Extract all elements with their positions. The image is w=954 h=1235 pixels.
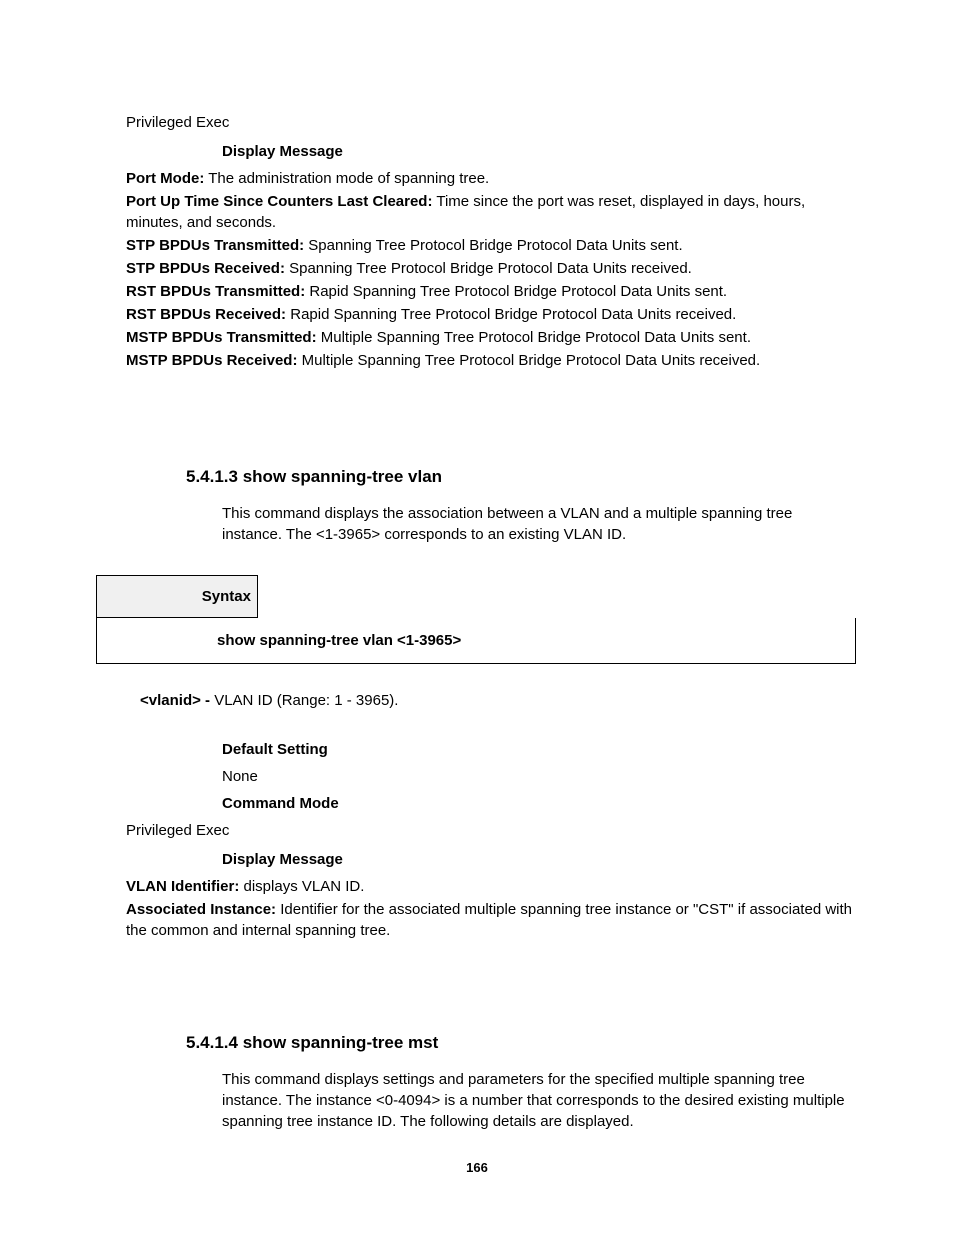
- syntax-label: Syntax: [96, 575, 258, 618]
- def-term: MSTP BPDUs Transmitted:: [126, 329, 317, 346]
- def-desc: Multiple Spanning Tree Protocol Bridge P…: [297, 352, 760, 369]
- spacer: [126, 373, 858, 465]
- def-term: RST BPDUs Received:: [126, 306, 286, 323]
- section-desc-vlan: This command displays the association be…: [222, 503, 848, 545]
- syntax-header-row: Syntax: [96, 575, 856, 618]
- def-line: Port Up Time Since Counters Last Cleared…: [126, 191, 858, 233]
- page-number: 166: [0, 1159, 954, 1177]
- def-desc: Rapid Spanning Tree Protocol Bridge Prot…: [286, 306, 736, 323]
- def-term: MSTP BPDUs Received:: [126, 352, 297, 369]
- privileged-exec-text: Privileged Exec: [126, 112, 858, 133]
- def-line: VLAN Identifier: displays VLAN ID.: [126, 876, 858, 897]
- command-mode-heading: Command Mode: [222, 793, 858, 814]
- def-line: STP BPDUs Transmitted: Spanning Tree Pro…: [126, 235, 858, 256]
- section-number: 5.4.1.4: [186, 1033, 243, 1052]
- default-setting-heading: Default Setting: [222, 739, 858, 760]
- def-term: Associated Instance:: [126, 901, 276, 918]
- param-desc: VLAN ID (Range: 1 - 3965).: [214, 692, 398, 709]
- display-message-heading-2: Display Message: [222, 849, 858, 870]
- definition-list-top: Port Mode: The administration mode of sp…: [126, 168, 858, 371]
- spacer: [126, 943, 858, 1031]
- display-message-heading: Display Message: [222, 141, 858, 162]
- def-desc: Multiple Spanning Tree Protocol Bridge P…: [317, 329, 751, 346]
- section-desc-mst: This command displays settings and param…: [222, 1069, 848, 1132]
- section-title: show spanning-tree mst: [243, 1033, 439, 1052]
- section-title: show spanning-tree vlan: [243, 467, 442, 486]
- def-desc: Rapid Spanning Tree Protocol Bridge Prot…: [305, 283, 727, 300]
- section-heading-vlan: 5.4.1.3 show spanning-tree vlan: [186, 465, 858, 489]
- def-desc: displays VLAN ID.: [239, 878, 364, 895]
- def-desc: Spanning Tree Protocol Bridge Protocol D…: [285, 260, 692, 277]
- def-term: VLAN Identifier:: [126, 878, 239, 895]
- def-term: STP BPDUs Received:: [126, 260, 285, 277]
- param-line: <vlanid> - VLAN ID (Range: 1 - 3965).: [140, 690, 858, 711]
- def-line: MSTP BPDUs Transmitted: Multiple Spannin…: [126, 327, 858, 348]
- def-line: STP BPDUs Received: Spanning Tree Protoc…: [126, 258, 858, 279]
- syntax-command: show spanning-tree vlan <1-3965>: [96, 618, 856, 664]
- def-term: STP BPDUs Transmitted:: [126, 237, 304, 254]
- def-line: RST BPDUs Transmitted: Rapid Spanning Tr…: [126, 281, 858, 302]
- def-line: RST BPDUs Received: Rapid Spanning Tree …: [126, 304, 858, 325]
- syntax-box: Syntax show spanning-tree vlan <1-3965>: [96, 575, 856, 664]
- param-term: <vlanid> -: [140, 692, 214, 709]
- def-line: MSTP BPDUs Received: Multiple Spanning T…: [126, 350, 858, 371]
- def-line: Port Mode: The administration mode of sp…: [126, 168, 858, 189]
- command-mode-value: Privileged Exec: [126, 820, 858, 841]
- def-desc: Spanning Tree Protocol Bridge Protocol D…: [304, 237, 683, 254]
- section-heading-mst: 5.4.1.4 show spanning-tree mst: [186, 1031, 858, 1055]
- def-term: RST BPDUs Transmitted:: [126, 283, 305, 300]
- definition-list-sec1: VLAN Identifier: displays VLAN ID. Assoc…: [126, 876, 858, 941]
- default-setting-value: None: [222, 766, 858, 787]
- def-line: Associated Instance: Identifier for the …: [126, 899, 858, 941]
- section-number: 5.4.1.3: [186, 467, 243, 486]
- def-desc: The administration mode of spanning tree…: [204, 170, 489, 187]
- def-term: Port Up Time Since Counters Last Cleared…: [126, 193, 432, 210]
- def-term: Port Mode:: [126, 170, 204, 187]
